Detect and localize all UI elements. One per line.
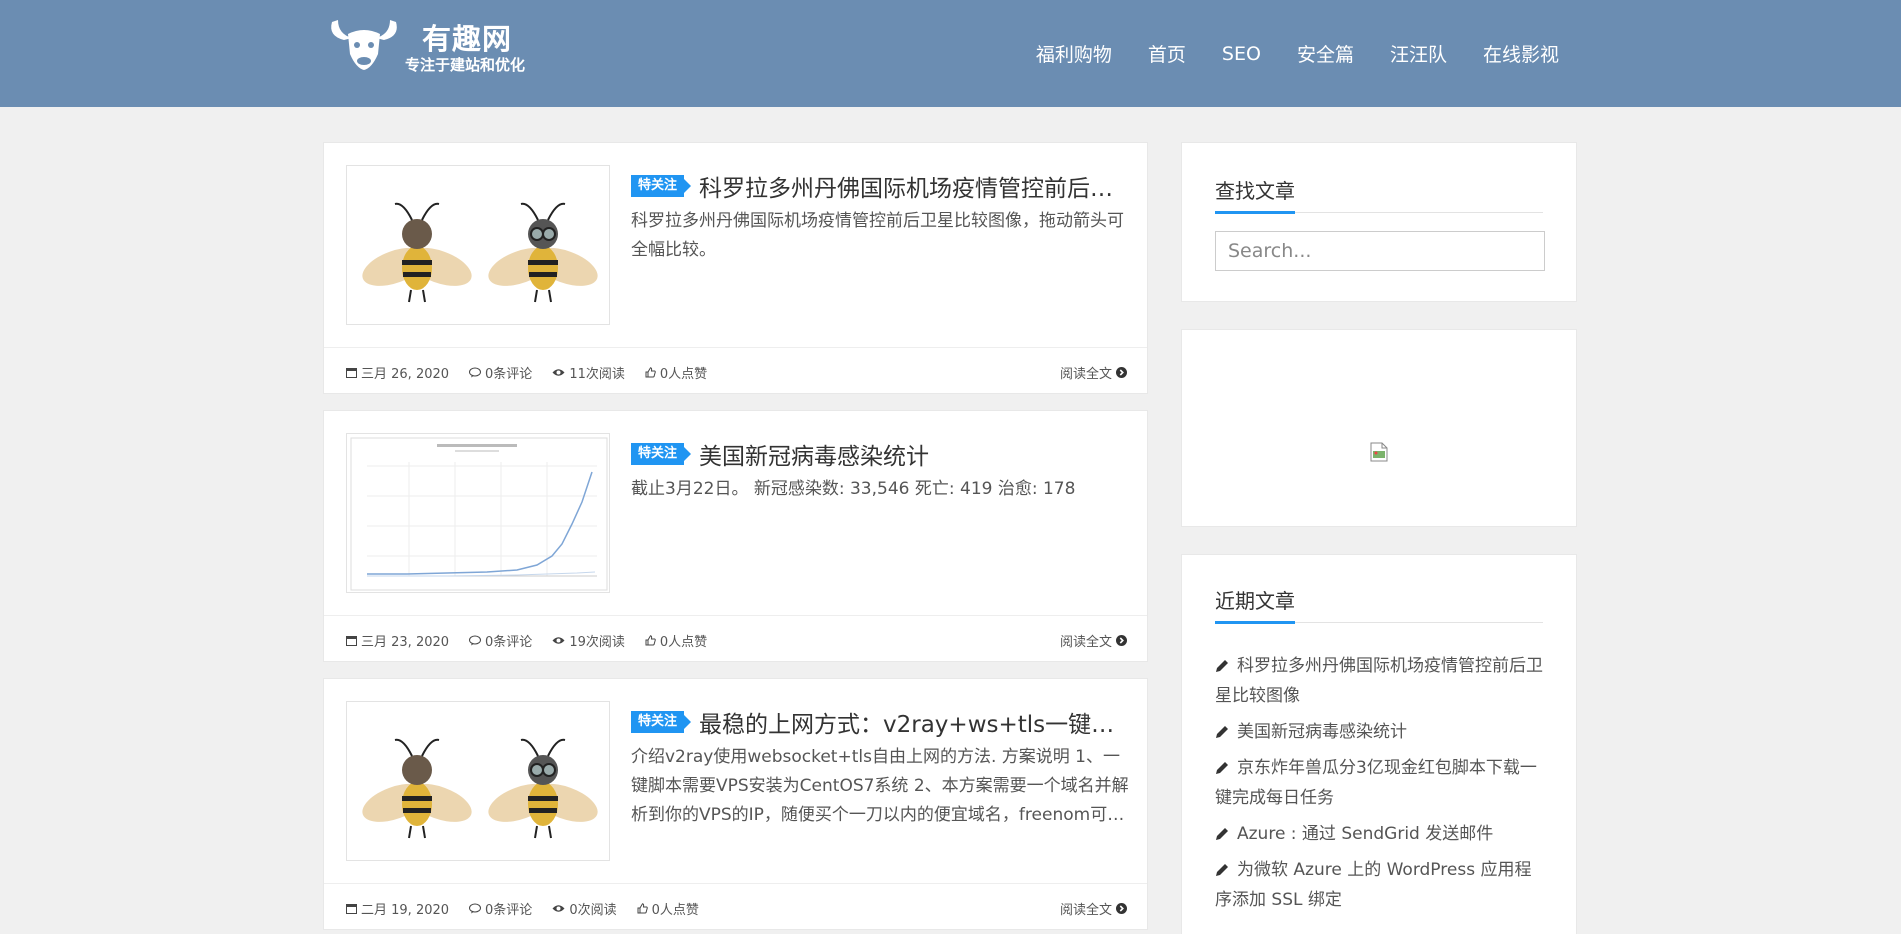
comment-icon [469,367,482,378]
post-title-row[interactable]: 特关注 最稳的上网方式：v2ray+ws+tls一键脚本 [631,705,1131,739]
post-excerpt: 介绍v2ray使用websocket+tls自由上网的方法. 方案说明 1、一键… [631,747,1129,825]
read-more-link[interactable]: 阅读全文 [1060,363,1127,382]
bull-logo-icon [331,20,397,70]
main-nav: 福利购物 首页 SEO 安全篇 汪汪队 在线影视 [1000,0,1559,107]
post-comments[interactable]: 0条评论 [469,363,532,382]
recent-post-item[interactable]: 京东炸年兽瓜分3亿现金红包脚本下载一键完成每日任务 [1215,753,1545,813]
post-title[interactable]: 科罗拉多州丹佛国际机场疫情管控前后卫星比较图像 [699,169,1131,203]
featured-badge: 特关注 [631,443,692,465]
post-thumbnail[interactable] [346,433,610,593]
recent-post-item[interactable]: Azure : 通过 SendGrid 发送邮件 [1215,819,1545,849]
post-comments[interactable]: 0条评论 [469,899,532,918]
recent-post-item[interactable]: 科罗拉多州丹佛国际机场疫情管控前后卫星比较图像 [1215,651,1545,711]
post-title-row[interactable]: 特关注 科罗拉多州丹佛国际机场疫情管控前后卫星比较图像 [631,169,1131,203]
site-tagline: 专注于建站和优化 [405,56,526,74]
comment-icon [469,903,482,914]
post-card: 特关注 最稳的上网方式：v2ray+ws+tls一键脚本 介绍v2ray使用we… [323,678,1148,930]
eye-icon [552,637,565,644]
read-more-link[interactable]: 阅读全文 [1060,899,1127,918]
nav-item-paw-patrol[interactable]: 汪汪队 [1390,40,1447,67]
pencil-icon [1216,864,1228,876]
post-meta: 三月 26, 2020 0条评论 11次阅读 0人点赞 阅读全文 [324,347,1147,393]
post-date: 三月 26, 2020 [346,363,449,382]
pencil-icon [1216,828,1228,840]
recent-post-item[interactable]: 美国新冠病毒感染统计 [1215,717,1545,747]
post-excerpt: 科罗拉多州丹佛国际机场疫情管控前后卫星比较图像，拖动箭头可全幅比较。 [631,211,1124,260]
recent-posts-widget: 近期文章 科罗拉多州丹佛国际机场疫情管控前后卫星比较图像 美国新冠病毒感染统计 … [1181,554,1577,934]
site-title: 有趣网 [422,22,513,56]
post-excerpt: 截止3月22日。 新冠感染数: 33,546 死亡: 419 治愈: 178 [631,479,1076,499]
chevron-circle-right-icon [1116,367,1127,378]
bees-icon [362,202,598,303]
thumbs-up-icon [645,367,656,378]
post-title-row[interactable]: 特关注 美国新冠病毒感染统计 [631,437,1131,471]
post-likes[interactable]: 0人点赞 [645,631,707,650]
broken-image-icon[interactable] [1370,442,1388,462]
thumbs-up-icon [637,903,648,914]
post-meta: 三月 23, 2020 0条评论 19次阅读 0人点赞 阅读全文 [324,615,1147,661]
search-input[interactable] [1215,231,1545,271]
pencil-icon [1216,660,1228,672]
chevron-circle-right-icon [1116,635,1127,646]
recent-post-item[interactable]: 为微软 Azure 上的 WordPress 应用程序添加 SSL 绑定 [1215,855,1545,915]
recent-posts-list: 科罗拉多州丹佛国际机场疫情管控前后卫星比较图像 美国新冠病毒感染统计 京东炸年兽… [1215,651,1545,921]
post-card: 特关注 科罗拉多州丹佛国际机场疫情管控前后卫星比较图像 科罗拉多州丹佛国际机场疫… [323,142,1148,394]
post-title[interactable]: 美国新冠病毒感染统计 [699,437,929,471]
eye-icon [552,369,565,376]
nav-item-home[interactable]: 首页 [1148,40,1186,67]
post-meta: 二月 19, 2020 0条评论 0次阅读 0人点赞 阅读全文 [324,883,1147,929]
site-header: 有趣网 专注于建站和优化 福利购物 首页 SEO 安全篇 汪汪队 在线影视 [0,0,1901,107]
pencil-icon [1216,726,1228,738]
post-title[interactable]: 最稳的上网方式：v2ray+ws+tls一键脚本 [699,705,1131,739]
bees-icon [362,738,598,839]
search-widget: 查找文章 [1181,142,1577,302]
post-card: 特关注 美国新冠病毒感染统计 截止3月22日。 新冠感染数: 33,546 死亡… [323,410,1148,662]
widget-title: 查找文章 [1215,175,1295,214]
post-views: 19次阅读 [552,631,625,650]
post-likes[interactable]: 0人点赞 [645,363,707,382]
post-thumbnail[interactable] [346,701,610,861]
widget-title: 近期文章 [1215,585,1295,624]
read-more-link[interactable]: 阅读全文 [1060,631,1127,650]
post-date: 三月 23, 2020 [346,631,449,650]
post-thumbnail[interactable] [346,165,610,325]
chevron-circle-right-icon [1116,903,1127,914]
calendar-icon [346,368,357,378]
calendar-icon [346,904,357,914]
post-views: 0次阅读 [552,899,617,918]
post-comments[interactable]: 0条评论 [469,631,532,650]
pencil-icon [1216,762,1228,774]
nav-item-shopping[interactable]: 福利购物 [1036,40,1112,67]
featured-badge: 特关注 [631,711,692,733]
calendar-icon [346,636,357,646]
eye-icon [552,905,565,912]
post-date: 二月 19, 2020 [346,899,449,918]
comment-icon [469,635,482,646]
nav-item-seo[interactable]: SEO [1222,43,1261,65]
nav-item-security[interactable]: 安全篇 [1297,40,1354,67]
thumbs-up-icon [645,635,656,646]
post-likes[interactable]: 0人点赞 [637,899,699,918]
line-chart-thumbnail [350,437,608,591]
nav-item-movies[interactable]: 在线影视 [1483,40,1559,67]
post-views: 11次阅读 [552,363,625,382]
image-widget [1181,329,1577,527]
featured-badge: 特关注 [631,175,692,197]
site-logo[interactable]: 有趣网 专注于建站和优化 [326,14,541,74]
